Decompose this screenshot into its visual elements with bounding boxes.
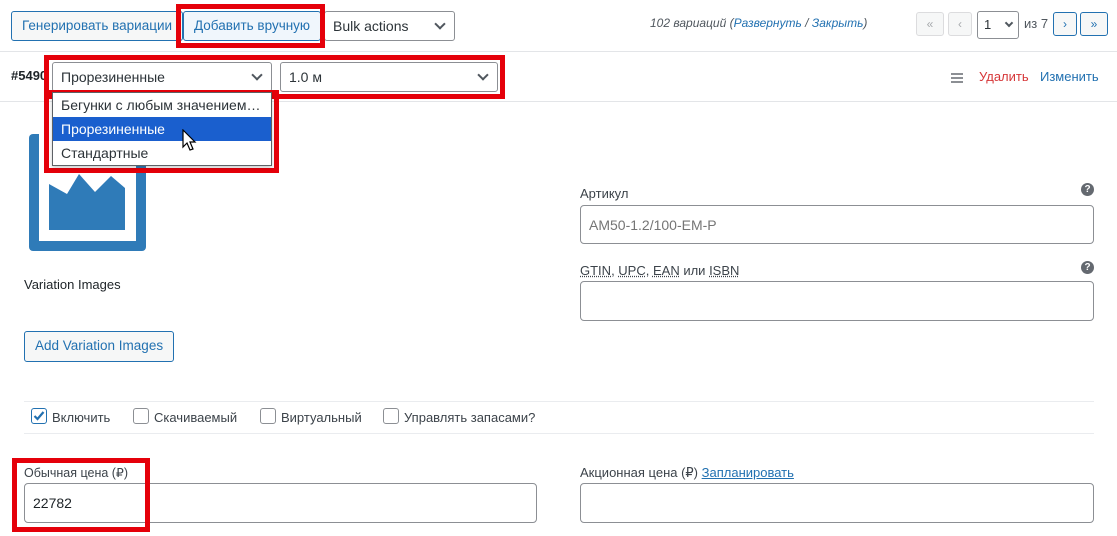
sale-price-label: Акционная цена (₽) xyxy=(580,465,702,480)
chevron-down-icon xyxy=(477,69,489,81)
page-total: из 7 xyxy=(1024,16,1049,31)
isbn-abbr: ISBN xyxy=(709,263,740,278)
prev-page-button[interactable]: ‹ xyxy=(948,12,972,36)
divider xyxy=(24,401,1094,402)
attribute-2-value: 1.0 м xyxy=(289,69,322,85)
ean-sep: или xyxy=(679,263,710,278)
virtual-label: Виртуальный xyxy=(281,410,362,425)
manage-stock-label: Управлять запасами? xyxy=(404,410,536,425)
sku-input[interactable] xyxy=(580,205,1094,244)
upc-sep: , xyxy=(645,263,653,278)
page-select[interactable]: 1 xyxy=(977,11,1019,39)
gtin-label: GTIN, UPC, EAN или ISBN xyxy=(580,263,739,278)
mouse-cursor-icon xyxy=(182,129,197,151)
attribute-select-length[interactable]: 1.0 м xyxy=(280,62,498,92)
enable-checkbox[interactable] xyxy=(31,408,47,424)
manage-stock-checkbox[interactable] xyxy=(383,408,399,424)
gtin-abbr: GTIN xyxy=(580,263,612,278)
attribute-1-value: Прорезиненные xyxy=(61,69,165,85)
dropdown-option[interactable]: Стандартные xyxy=(53,141,271,165)
chevron-down-icon xyxy=(434,18,446,30)
dropdown-option-selected[interactable]: Прорезиненные xyxy=(53,117,271,141)
ean-abbr: EAN xyxy=(652,263,680,278)
dropdown-option[interactable]: Бегунки с любым значением… xyxy=(53,93,271,117)
variations-count: 102 вариаций (Развернуть / Закрыть) xyxy=(650,16,867,30)
regular-price-input[interactable]: 22782 xyxy=(24,483,537,523)
collapse-link[interactable]: Закрыть xyxy=(812,16,864,30)
attribute-dropdown-list[interactable]: Бегунки с любым значением… Прорезиненные… xyxy=(52,92,272,166)
expand-link[interactable]: Развернуть xyxy=(734,16,802,30)
count-text: 102 вариаций ( xyxy=(650,16,734,30)
variations-toolbar: Генерировать вариации Добавить вручную B… xyxy=(0,0,1117,52)
current-page: 1 xyxy=(984,17,992,32)
checkmark-icon xyxy=(33,411,45,421)
sku-label: Артикул xyxy=(580,186,629,201)
last-page-button[interactable]: » xyxy=(1080,12,1108,36)
drag-handle-icon[interactable] xyxy=(951,73,963,83)
help-icon[interactable]: ? xyxy=(1081,261,1094,274)
sale-price-input[interactable] xyxy=(580,483,1094,523)
generate-variations-button[interactable]: Генерировать вариации xyxy=(11,11,184,41)
divider xyxy=(24,433,1094,434)
first-page-button[interactable]: « xyxy=(916,12,944,36)
schedule-link[interactable]: Запланировать xyxy=(702,465,794,480)
variation-id: #5490 xyxy=(11,68,48,83)
downloadable-checkbox[interactable] xyxy=(133,408,149,424)
upc-abbr: UPC xyxy=(618,263,646,278)
downloadable-label: Скачиваемый xyxy=(154,410,238,425)
variation-images-title: Variation Images xyxy=(24,277,121,292)
virtual-checkbox[interactable] xyxy=(260,408,276,424)
regular-price-label: Обычная цена (₽) xyxy=(24,466,129,480)
count-close: ) xyxy=(863,16,868,30)
bulk-actions-select[interactable]: Bulk actions xyxy=(324,11,455,41)
chevron-down-icon xyxy=(251,69,263,81)
add-variation-images-button[interactable]: Add Variation Images xyxy=(24,331,175,362)
count-separator: / xyxy=(801,16,812,30)
sale-price-label-wrap: Акционная цена (₽) Запланировать xyxy=(580,465,794,481)
attribute-select-type[interactable]: Прорезиненные xyxy=(52,62,272,92)
gtin-input[interactable] xyxy=(580,281,1094,321)
delete-variation-link[interactable]: Удалить xyxy=(979,69,1029,84)
help-icon[interactable]: ? xyxy=(1081,183,1094,196)
chevron-down-icon xyxy=(1004,18,1014,28)
enable-label: Включить xyxy=(52,410,111,425)
add-manually-button[interactable]: Добавить вручную xyxy=(183,11,322,41)
next-page-button[interactable]: › xyxy=(1053,12,1077,36)
edit-variation-link[interactable]: Изменить xyxy=(1040,69,1099,84)
bulk-actions-value: Bulk actions xyxy=(333,18,409,34)
